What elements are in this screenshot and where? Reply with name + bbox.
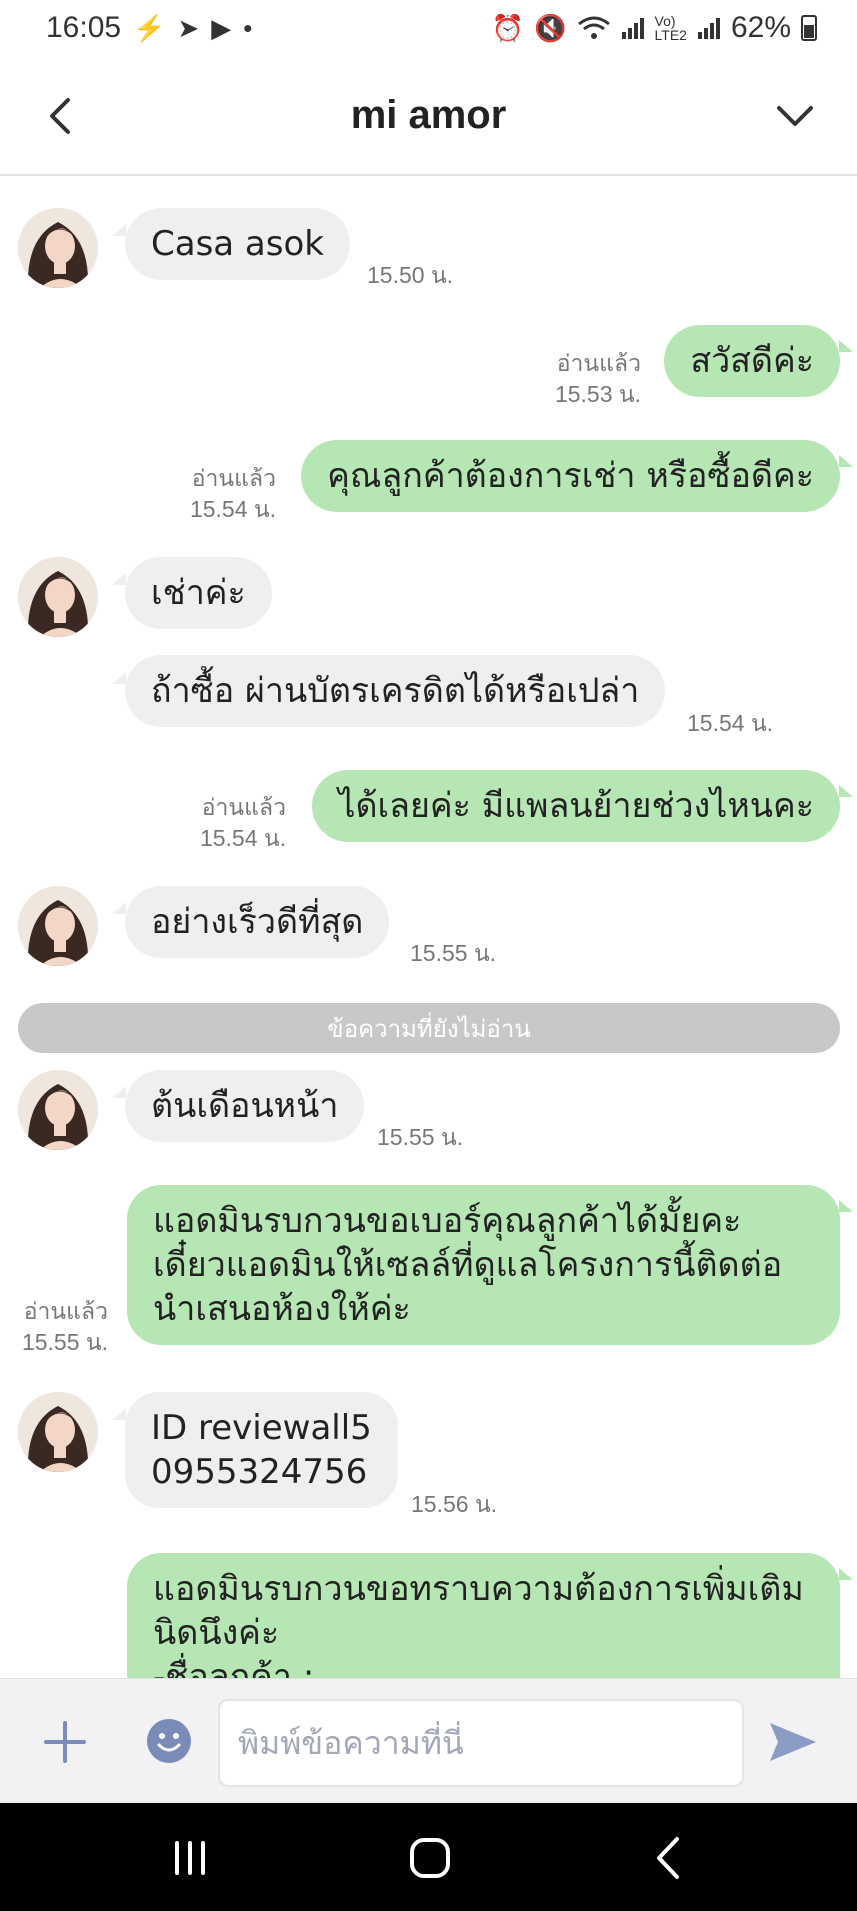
chevron-down-icon[interactable]	[773, 94, 817, 138]
message-input-bar	[0, 1678, 857, 1803]
incoming-message[interactable]: อย่างเร็วดีที่สุด	[125, 886, 390, 958]
bubble-tail	[839, 455, 853, 467]
status-time: 16:05	[46, 11, 122, 44]
incoming-message[interactable]: ต้นเดือนหน้า	[125, 1070, 365, 1142]
message-line: 0955324756	[151, 1452, 368, 1492]
message-line: -ชื่อลูกค้า :	[153, 1657, 315, 1678]
send-notification-icon: ➤	[177, 12, 200, 43]
bubble-tail	[112, 573, 126, 585]
unread-divider: ข้อความที่ยังไม่อ่าน	[18, 1003, 840, 1053]
recent-apps-icon[interactable]	[163, 1831, 217, 1885]
bubble-tail	[112, 1086, 126, 1098]
message-time: 15.55 น.	[410, 940, 497, 966]
home-icon[interactable]	[403, 1831, 457, 1885]
avatar[interactable]	[18, 1070, 98, 1150]
message-line: แอดมินรบกวนขอเบอร์คุณลูกค้าได้มั้ยคะ	[153, 1201, 742, 1241]
message-time: 15.50 น.	[367, 262, 454, 288]
chat-title: mi amor	[350, 92, 507, 137]
back-nav-icon[interactable]	[643, 1831, 697, 1885]
message-time: 15.53 น.	[554, 381, 641, 407]
status-bar: 16:05 ⚡ ➤ ▶ • ⏰ 🔇 Vo) LTE2 62%	[0, 0, 857, 56]
message-line: ID reviewall5	[151, 1408, 372, 1448]
chat-area[interactable]: Casa asok 15.50 น. อ่านแล้ว 15.53 น. สวั…	[0, 178, 857, 1678]
back-arrow-icon[interactable]	[40, 94, 84, 138]
avatar[interactable]	[18, 208, 98, 288]
outgoing-message[interactable]: แอดมินรบกวนขอทราบความต้องการเพิ่มเติม นิ…	[127, 1553, 840, 1678]
send-icon[interactable]	[766, 1717, 820, 1767]
message-input[interactable]	[218, 1699, 744, 1787]
bubble-tail	[112, 224, 126, 236]
message-time: 15.55 น.	[21, 1329, 108, 1355]
message-time: 15.55 น.	[377, 1124, 464, 1150]
bubble-tail	[112, 672, 126, 684]
read-receipt: อ่านแล้ว 15.55 น.	[22, 1296, 108, 1358]
wifi-icon	[577, 16, 610, 39]
volte-icon: Vo) LTE2	[654, 13, 687, 43]
message-time: 15.56 น.	[411, 1491, 498, 1517]
message-time: 15.54 น.	[687, 710, 774, 736]
message-time: 15.54 น.	[189, 496, 276, 522]
message-line: นำเสนอห้องให้ค่ะ	[153, 1289, 411, 1329]
app-notification-icon: ⚡	[133, 12, 166, 43]
avatar[interactable]	[18, 1392, 98, 1472]
incoming-message[interactable]: ถ้าซื้อ ผ่านบัตรเครดิตได้หรือเปล่า	[125, 655, 666, 727]
outgoing-message[interactable]: สวัสดีค่ะ	[664, 325, 840, 397]
alarm-icon: ⏰	[491, 12, 525, 43]
read-label: อ่านแล้ว	[201, 794, 286, 820]
signal-2-icon	[697, 18, 720, 39]
read-label: อ่านแล้ว	[23, 1298, 108, 1324]
read-receipt: อ่านแล้ว 15.54 น.	[190, 463, 276, 525]
message-line: นิดนึงค่ะ	[153, 1613, 280, 1653]
outgoing-message[interactable]: แอดมินรบกวนขอเบอร์คุณลูกค้าได้มั้ยคะ เดี…	[127, 1185, 840, 1345]
message-line: เดี๋ยวแอดมินให้เซลล์ที่ดูแลโครงการนี้ติด…	[153, 1245, 783, 1285]
emoji-icon[interactable]	[146, 1718, 192, 1764]
bubble-tail	[839, 1568, 853, 1580]
avatar[interactable]	[18, 557, 98, 637]
read-receipt: อ่านแล้ว 15.53 น.	[555, 348, 641, 410]
read-label: อ่านแล้ว	[556, 350, 641, 376]
bubble-tail	[839, 785, 853, 797]
battery-icon	[801, 15, 817, 41]
message-line: แอดมินรบกวนขอทราบความต้องการเพิ่มเติม	[153, 1569, 804, 1609]
bubble-tail	[839, 1200, 853, 1212]
avatar[interactable]	[18, 886, 98, 966]
system-navigation-bar	[0, 1803, 857, 1911]
outgoing-message[interactable]: คุณลูกค้าต้องการเช่า หรือซื้อดีคะ	[301, 440, 840, 512]
outgoing-message[interactable]: ได้เลยค่ะ มีแพลนย้ายช่วงไหนคะ	[312, 770, 840, 842]
message-time: 15.54 น.	[199, 825, 286, 851]
bubble-tail	[112, 1408, 126, 1420]
more-notifications-dot-icon: •	[243, 12, 253, 43]
plus-icon[interactable]	[40, 1717, 90, 1767]
mute-icon: 🔇	[534, 12, 567, 43]
bubble-tail	[112, 902, 126, 914]
read-label: อ่านแล้ว	[191, 465, 276, 491]
incoming-message[interactable]: เช่าค่ะ	[125, 557, 272, 629]
youtube-icon: ▶	[211, 12, 232, 43]
incoming-message[interactable]: ID reviewall5 0955324756	[125, 1392, 398, 1508]
read-receipt: อ่านแล้ว 15.54 น.	[200, 792, 286, 854]
battery-percent: 62%	[730, 11, 791, 44]
bubble-tail	[839, 340, 853, 352]
chat-header: mi amor	[0, 56, 857, 176]
incoming-message[interactable]: Casa asok	[125, 208, 350, 280]
signal-icon	[621, 18, 644, 39]
